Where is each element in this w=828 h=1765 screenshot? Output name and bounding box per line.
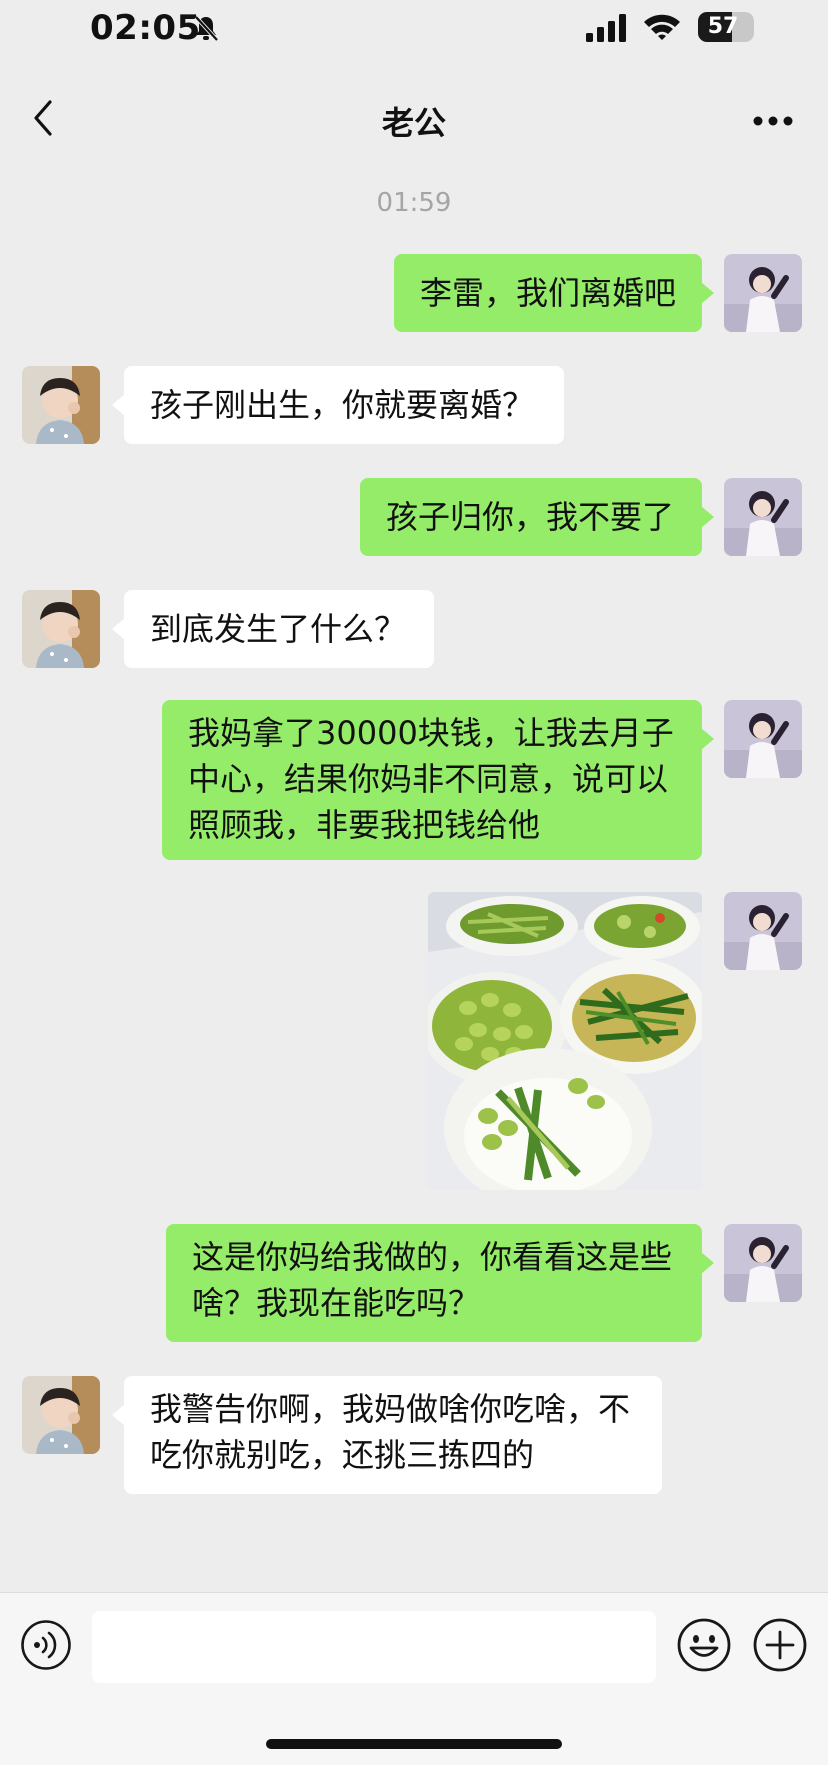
my-avatar[interactable] bbox=[724, 1224, 802, 1302]
contact-avatar[interactable] bbox=[22, 1376, 100, 1454]
cellular-signal-icon bbox=[586, 14, 630, 46]
food-photo[interactable] bbox=[428, 892, 702, 1190]
contact-avatar[interactable] bbox=[22, 590, 100, 668]
chat-title: 老公 bbox=[381, 104, 446, 142]
plus-icon[interactable] bbox=[752, 1617, 808, 1673]
message-bubble-outgoing[interactable]: 我妈拿了30000块钱，让我去月子 中心，结果你妈非不同意，说可以 照顾我，非要… bbox=[162, 700, 714, 860]
message-bubble-outgoing[interactable]: 孩子归你，我不要了 bbox=[360, 478, 714, 556]
my-avatar[interactable] bbox=[724, 700, 802, 778]
my-avatar[interactable] bbox=[724, 478, 802, 556]
message-bubble-incoming[interactable]: 我警告你啊，我妈做啥你吃啥，不 吃你就别吃，还挑三拣四的 bbox=[112, 1376, 662, 1494]
message-bubble-outgoing[interactable]: 李雷，我们离婚吧 bbox=[394, 254, 714, 332]
my-avatar[interactable] bbox=[724, 892, 802, 970]
wifi-icon bbox=[642, 12, 682, 46]
message-bubble-outgoing[interactable]: 这是你妈给我做的，你看看这是些 啥？我现在能吃吗？ bbox=[166, 1224, 714, 1342]
status-bar: 02:05 57 bbox=[0, 0, 828, 60]
voice-icon[interactable] bbox=[20, 1619, 72, 1671]
chat-header: 老公 bbox=[0, 76, 828, 162]
message-bubble-incoming[interactable]: 到底发生了什么？ bbox=[112, 590, 434, 668]
emoji-icon[interactable] bbox=[676, 1617, 732, 1673]
my-avatar[interactable] bbox=[724, 254, 802, 332]
home-indicator bbox=[266, 1739, 562, 1749]
bell-slash-icon bbox=[192, 14, 220, 42]
message-timestamp: 01:59 bbox=[376, 188, 452, 218]
battery-percent: 57 bbox=[707, 14, 739, 39]
more-dots-icon[interactable] bbox=[752, 112, 794, 126]
message-bubble-incoming[interactable]: 孩子刚出生，你就要离婚？ bbox=[112, 366, 564, 444]
battery-indicator: 57 bbox=[698, 12, 754, 42]
battery-cap bbox=[750, 22, 754, 32]
input-bar bbox=[0, 1592, 828, 1765]
contact-avatar[interactable] bbox=[22, 366, 100, 444]
message-input[interactable] bbox=[92, 1611, 656, 1683]
status-time: 02:05 bbox=[90, 8, 201, 48]
